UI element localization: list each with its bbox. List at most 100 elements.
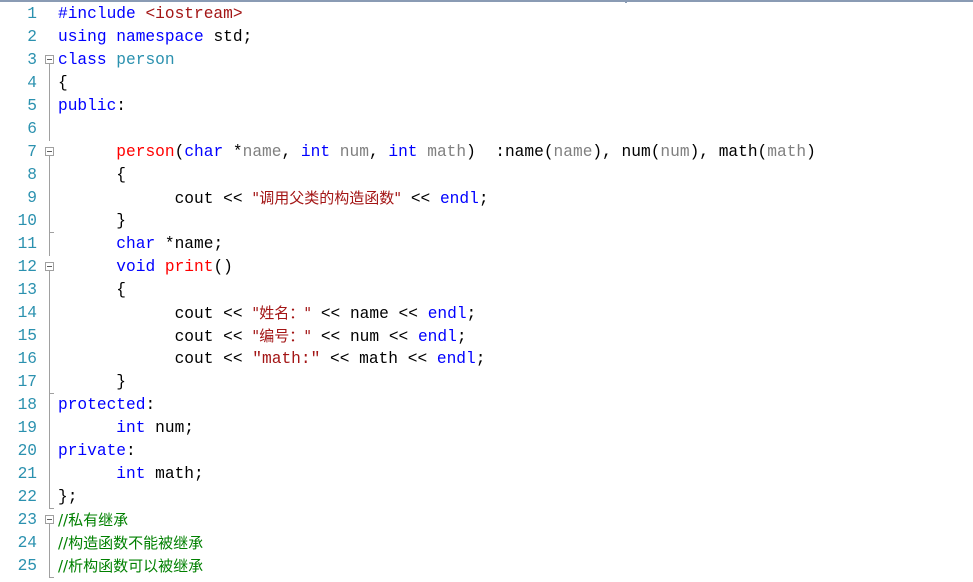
code-line[interactable]: 19 int num;	[0, 417, 973, 440]
line-number: 18	[17, 396, 37, 414]
code-token: <<	[401, 190, 440, 208]
code-token: ), num(	[592, 143, 661, 161]
code-text: {	[58, 164, 126, 187]
code-token: ,	[368, 143, 389, 161]
code-token: ;	[456, 328, 467, 346]
code-text: int num;	[58, 417, 194, 440]
code-line[interactable]: 18 protected:	[0, 394, 973, 417]
line-number: 22	[17, 488, 37, 506]
code-line[interactable]: 24 //构造函数不能被继承	[0, 532, 973, 555]
code-line[interactable]: 22};	[0, 486, 973, 509]
line-number: 21	[17, 465, 37, 483]
code-line[interactable]: 12 void print()	[0, 256, 973, 279]
code-line[interactable]: 13 {	[0, 279, 973, 302]
code-text: void print()	[58, 256, 233, 279]
code-text: char *name;	[58, 233, 223, 256]
code-token: //构造函数不能被继承	[58, 534, 204, 552]
code-token: //析构函数可以被继承	[58, 557, 204, 575]
code-line[interactable]: 7 person(char *name, int num, int math) …	[0, 141, 973, 164]
code-token: char	[184, 143, 224, 161]
code-line[interactable]: 20 private:	[0, 440, 973, 463]
line-number: 6	[27, 120, 37, 138]
code-line[interactable]: 3 class person	[0, 49, 973, 72]
fold-guide-line	[49, 440, 50, 463]
code-line[interactable]: 5 public:	[0, 95, 973, 118]
fold-guide-line	[49, 417, 50, 440]
fold-guide-end	[49, 577, 54, 578]
fold-guide-line	[49, 64, 50, 72]
code-token: <iostream>	[145, 5, 243, 23]
line-number: 13	[17, 281, 37, 299]
code-token: protected	[58, 396, 146, 414]
fold-guide-line	[49, 210, 50, 233]
code-token: private	[58, 442, 126, 460]
code-line[interactable]: 1 #include <iostream>	[0, 3, 973, 26]
code-text: int math;	[58, 463, 204, 486]
code-token: int	[388, 143, 418, 161]
code-token: int	[300, 143, 331, 161]
editor-top-border	[0, 0, 973, 3]
collapse-icon[interactable]	[45, 262, 54, 271]
fold-guide-line	[49, 271, 50, 279]
code-line[interactable]: 9 cout << "调用父类的构造函数" << endl;	[0, 187, 973, 210]
fold-guide-line	[49, 95, 50, 118]
code-line[interactable]: 21 int math;	[0, 463, 973, 486]
line-number: 24	[17, 534, 37, 552]
code-token: *name;	[155, 235, 224, 253]
code-text: public:	[58, 95, 126, 118]
code-text: }	[58, 210, 126, 233]
code-token: };	[58, 488, 78, 506]
code-line[interactable]: 25 //析构函数可以被继承	[0, 555, 973, 578]
code-line[interactable]: 10 }	[0, 210, 973, 233]
line-number: 4	[27, 74, 37, 92]
line-number: 25	[17, 557, 37, 575]
collapse-icon[interactable]	[45, 55, 54, 64]
fold-guide-line	[49, 279, 50, 302]
code-token: *	[223, 143, 243, 161]
code-line[interactable]: 4{	[0, 72, 973, 95]
code-token: person	[116, 51, 175, 69]
code-text: cout << "math:" << math << endl;	[58, 348, 486, 371]
code-token: :	[116, 97, 127, 115]
collapse-icon[interactable]	[45, 515, 54, 524]
code-line[interactable]: 17 }	[0, 371, 973, 394]
code-token: math;	[145, 465, 204, 483]
code-text: private:	[58, 440, 136, 463]
code-token: endl	[417, 328, 457, 346]
code-token: name	[242, 143, 282, 161]
code-token: print	[164, 258, 214, 276]
code-token: person	[116, 143, 175, 161]
code-line[interactable]: 8 {	[0, 164, 973, 187]
fold-guide-line	[49, 187, 50, 210]
code-line[interactable]: 6	[0, 118, 973, 141]
code-token: math	[427, 143, 467, 161]
code-line[interactable]: 2 using namespace std;	[0, 26, 973, 49]
code-token: #include	[58, 5, 146, 23]
fold-guide-line	[49, 532, 50, 555]
code-token: ,	[281, 143, 301, 161]
code-token: //私有继承	[58, 511, 129, 529]
code-text: //构造函数不能被继承	[58, 532, 203, 556]
code-editor[interactable]: 1 #include <iostream> 2 using namespace std…	[0, 3, 973, 578]
line-number: 10	[17, 212, 37, 230]
code-line[interactable]: 15 cout << "编号：" << num << endl;	[0, 325, 973, 348]
code-line[interactable]: 16 cout << "math:" << math << endl;	[0, 348, 973, 371]
code-line[interactable]: 23 //私有继承	[0, 509, 973, 532]
collapse-icon[interactable]	[45, 147, 54, 156]
line-number: 11	[17, 235, 37, 253]
code-text: {	[58, 72, 68, 95]
code-line[interactable]: 14 cout << "姓名：" << name << endl;	[0, 302, 973, 325]
code-token: math	[767, 143, 807, 161]
code-line[interactable]: 11 char *name;	[0, 233, 973, 256]
code-token: ()	[213, 258, 233, 276]
fold-guide-line	[49, 164, 50, 187]
code-token: )	[806, 143, 816, 161]
code-token: }	[58, 373, 126, 391]
line-number: 15	[17, 327, 37, 345]
